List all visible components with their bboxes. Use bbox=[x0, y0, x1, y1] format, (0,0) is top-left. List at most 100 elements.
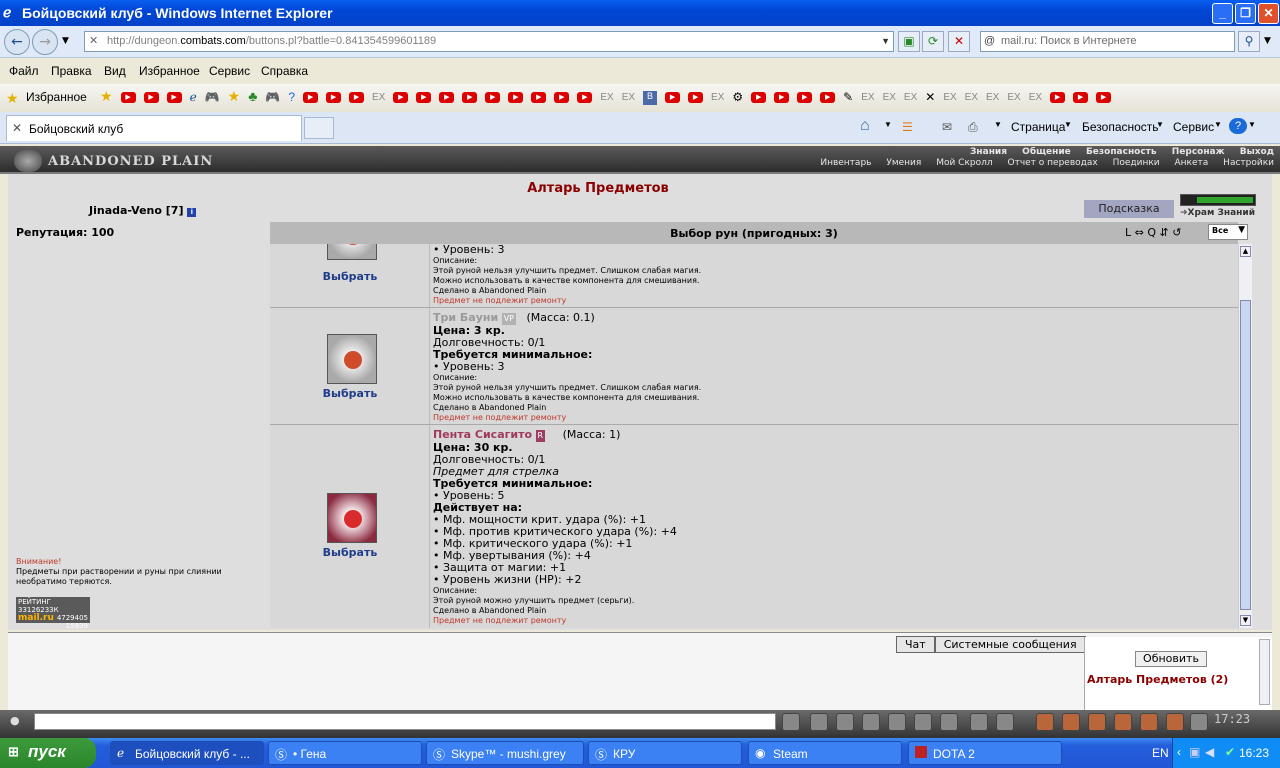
scroll-down-icon[interactable]: ▼ bbox=[1240, 615, 1251, 626]
video-icon[interactable]: ▶ bbox=[166, 92, 182, 104]
help-link-icon[interactable]: ? bbox=[288, 90, 295, 104]
home-icon[interactable]: ⌂ bbox=[860, 117, 870, 135]
search-icon[interactable]: ⚲ bbox=[1238, 31, 1260, 52]
video-icon[interactable]: ▶ bbox=[531, 92, 547, 104]
gamepad-icon[interactable]: 🎮 bbox=[205, 90, 220, 104]
nav-transfers[interactable]: Отчет о переводах bbox=[1008, 158, 1098, 168]
ex-link[interactable]: EX bbox=[372, 92, 385, 103]
new-tab-button[interactable] bbox=[304, 117, 334, 139]
ex-link[interactable]: EX bbox=[711, 92, 724, 103]
volume-icon[interactable]: ◀ bbox=[1205, 745, 1214, 759]
video-icon[interactable]: ▶ bbox=[120, 92, 136, 104]
gamepad-icon[interactable]: 🎮 bbox=[265, 90, 280, 104]
task-skype-gena[interactable]: Ⓢ • Гена bbox=[268, 741, 422, 765]
bag-icon[interactable] bbox=[1166, 713, 1184, 731]
emoticon-icon[interactable] bbox=[970, 713, 988, 731]
select-link[interactable]: Выбрать bbox=[270, 546, 430, 559]
video-icon[interactable]: ▶ bbox=[349, 92, 365, 104]
add-favorite-icon[interactable]: ★ bbox=[100, 88, 113, 104]
menu-edit[interactable]: Правка bbox=[51, 64, 92, 78]
minimize-button[interactable]: _ bbox=[1212, 3, 1233, 24]
save-icon[interactable] bbox=[862, 713, 880, 731]
chat-input[interactable] bbox=[34, 713, 776, 730]
url-dropdown-icon[interactable]: ▼ bbox=[881, 32, 890, 51]
help-icon[interactable]: ? bbox=[1229, 118, 1247, 134]
video-icon[interactable]: ▶ bbox=[326, 92, 342, 104]
help-dropdown-icon[interactable]: ▼ bbox=[1248, 120, 1256, 129]
nav-security[interactable]: Безопасность bbox=[1086, 147, 1157, 157]
video-icon[interactable]: ▶ bbox=[485, 92, 501, 104]
scroll-icon[interactable] bbox=[1114, 713, 1132, 731]
url-field[interactable]: ✕ http://dungeon.combats.com/buttons.pl?… bbox=[84, 31, 894, 52]
video-icon[interactable]: ▶ bbox=[797, 92, 813, 104]
menu-file[interactable]: Файл bbox=[9, 64, 39, 78]
video-icon[interactable]: ▶ bbox=[577, 92, 593, 104]
eraser-icon[interactable] bbox=[810, 713, 828, 731]
feeds-icon[interactable]: ☰ bbox=[902, 120, 913, 134]
menu-view[interactable]: Вид bbox=[104, 64, 126, 78]
forward-button[interactable]: → bbox=[32, 29, 58, 55]
refresh-button[interactable]: Обновить bbox=[1135, 651, 1207, 667]
history-dropdown-icon[interactable]: ▼ bbox=[62, 36, 69, 46]
pen-icon[interactable]: ✎ bbox=[843, 90, 853, 104]
mail-icon[interactable]: ✉ bbox=[942, 120, 952, 134]
send-icon[interactable] bbox=[782, 713, 800, 731]
search-input[interactable]: @ mail.ru: Поиск в Интернете bbox=[980, 31, 1235, 52]
ex-link[interactable]: EX bbox=[986, 92, 999, 103]
nav-skills[interactable]: Умения bbox=[886, 158, 921, 168]
list-scrollbar[interactable]: ▲ ▼ bbox=[1238, 244, 1252, 628]
table-tools[interactable]: L ⇔ Q ⇵ ↺ bbox=[1125, 226, 1181, 239]
ex-link[interactable]: EX bbox=[622, 92, 635, 103]
ex-link[interactable]: EX bbox=[600, 92, 613, 103]
task-kru[interactable]: Ⓢ КРУ bbox=[588, 741, 742, 765]
video-icon[interactable]: ▶ bbox=[439, 92, 455, 104]
network-icon[interactable]: ▣ bbox=[1189, 745, 1200, 759]
mailru-rating[interactable]: РЕЙТИНГ 33126233К mail.ru 4729405 15939 bbox=[16, 597, 90, 630]
menu-help[interactable]: Справка bbox=[261, 64, 308, 78]
ex-link[interactable]: EX bbox=[965, 92, 978, 103]
nav-settings[interactable]: Настройки bbox=[1223, 158, 1274, 168]
menu-favorites[interactable]: Избранное bbox=[139, 64, 200, 78]
language-indicator[interactable]: EN bbox=[1152, 746, 1169, 760]
search-options-icon[interactable]: ▼ bbox=[1264, 36, 1271, 46]
nav-profile[interactable]: Анкета bbox=[1175, 158, 1209, 168]
info-icon[interactable]: i bbox=[187, 208, 197, 217]
smile-icon[interactable]: ● bbox=[10, 714, 20, 727]
scroll-up-icon[interactable]: ▲ bbox=[1240, 246, 1251, 257]
tab-combats[interactable]: ✕ Бойцовский клуб bbox=[6, 115, 302, 141]
video-icon[interactable]: ▶ bbox=[393, 92, 409, 104]
ex-link[interactable]: EX bbox=[1007, 92, 1020, 103]
ex-link[interactable]: EX bbox=[883, 92, 896, 103]
mask-icon[interactable] bbox=[1088, 713, 1106, 731]
ex-link[interactable]: EX bbox=[904, 92, 917, 103]
video-icon[interactable]: ▶ bbox=[1050, 92, 1066, 104]
start-button[interactable]: ⊞ пуск bbox=[0, 738, 96, 768]
home-dropdown-icon[interactable]: ▼ bbox=[884, 120, 892, 129]
compat-icon[interactable]: ▣ bbox=[898, 31, 920, 52]
video-icon[interactable]: ▶ bbox=[143, 92, 159, 104]
video-icon[interactable]: ▶ bbox=[416, 92, 432, 104]
ex-link[interactable]: EX bbox=[861, 92, 874, 103]
favorites-button[interactable]: Избранное bbox=[26, 90, 87, 104]
gear-wheel-icon[interactable]: ⚙ bbox=[732, 90, 743, 104]
swords-icon[interactable]: ✕ bbox=[925, 90, 935, 104]
video-icon[interactable]: ▶ bbox=[508, 92, 524, 104]
video-icon[interactable]: ▶ bbox=[688, 92, 704, 104]
video-icon[interactable]: ▶ bbox=[554, 92, 570, 104]
print-icon[interactable]: ⎙ bbox=[968, 120, 978, 135]
select-link[interactable]: Выбрать bbox=[270, 270, 430, 283]
tree-icon[interactable]: ♣ bbox=[248, 88, 257, 104]
ex-link[interactable]: EX bbox=[1029, 92, 1042, 103]
task-skype[interactable]: Ⓢ Skype™ - mushi.grey bbox=[426, 741, 584, 765]
video-icon[interactable]: ▶ bbox=[665, 92, 681, 104]
filter-icon[interactable] bbox=[836, 713, 854, 731]
security-menu[interactable]: Безопасность bbox=[1082, 120, 1159, 134]
hint-button[interactable]: Подсказка bbox=[1084, 200, 1174, 218]
sound-icon[interactable] bbox=[940, 713, 958, 731]
task-steam[interactable]: ◉ Steam bbox=[748, 741, 902, 765]
potion-icon[interactable] bbox=[1062, 713, 1080, 731]
task-ie[interactable]: ℯ Бойцовский клуб - ... bbox=[110, 741, 264, 765]
print-dropdown-icon[interactable]: ▼ bbox=[994, 120, 1002, 129]
sword-icon[interactable] bbox=[1036, 713, 1054, 731]
video-icon[interactable]: ▶ bbox=[462, 92, 478, 104]
